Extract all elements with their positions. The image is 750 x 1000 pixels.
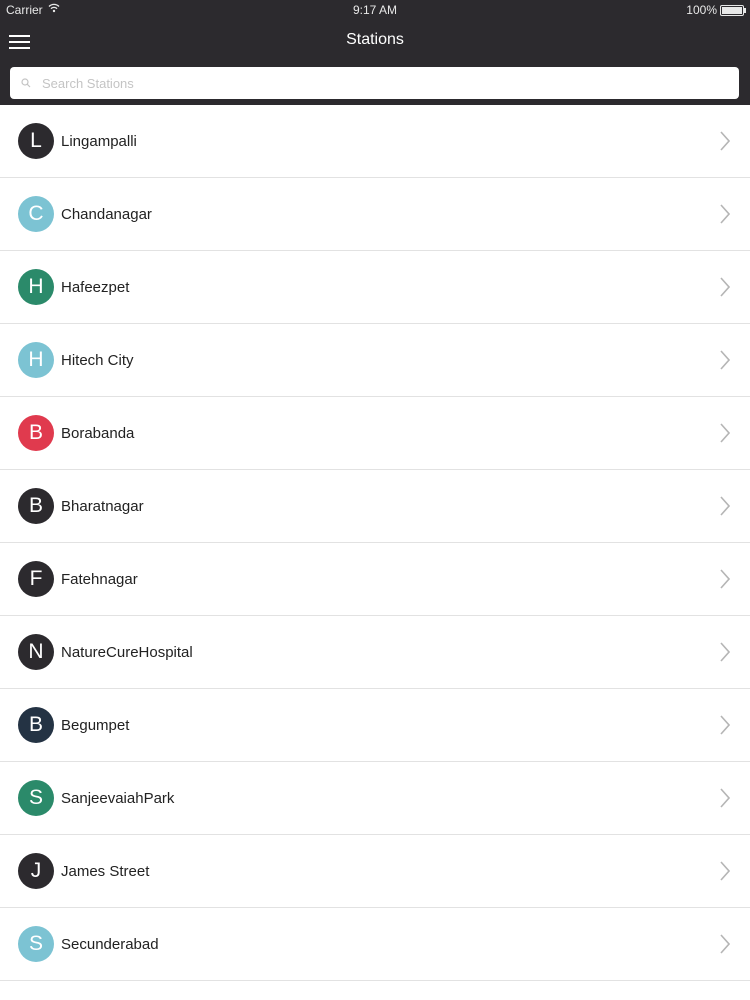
chevron-right-icon [720, 204, 731, 229]
battery-icon [720, 4, 746, 16]
station-avatar: S [18, 926, 54, 962]
chevron-right-icon [720, 861, 731, 886]
station-row[interactable]: H Hitech City [0, 324, 750, 397]
station-name: NatureCureHospital [61, 643, 193, 661]
station-name: Secunderabad [61, 935, 159, 953]
station-avatar: B [18, 707, 54, 743]
station-list: L Lingampalli C Chandanagar H Hafeezpet H Hitec… [0, 105, 750, 981]
chevron-right-icon [720, 423, 731, 448]
station-name: Begumpet [61, 716, 130, 734]
chevron-right-icon [720, 642, 731, 667]
station-row[interactable]: J James Street [0, 835, 750, 908]
chevron-right-icon [720, 350, 731, 375]
station-row[interactable]: B Borabanda [0, 397, 750, 470]
search-bar[interactable] [10, 67, 739, 99]
navigation-bar: Stations [0, 20, 750, 105]
station-row[interactable]: H Hafeezpet [0, 251, 750, 324]
station-row[interactable]: L Lingampalli [0, 105, 750, 178]
chevron-right-icon [720, 496, 731, 521]
station-name: SanjeevaiahPark [61, 789, 175, 807]
station-avatar: H [18, 269, 54, 305]
station-avatar: L [18, 123, 54, 159]
station-avatar: F [18, 561, 54, 597]
station-row[interactable]: S SanjeevaiahPark [0, 762, 750, 835]
station-name: Chandanagar [61, 205, 152, 223]
station-name: James Street [61, 862, 150, 880]
station-row[interactable]: C Chandanagar [0, 178, 750, 251]
chevron-right-icon [720, 277, 731, 302]
station-avatar: N [18, 634, 54, 670]
chevron-right-icon [720, 569, 731, 594]
chevron-right-icon [720, 131, 731, 156]
station-avatar: J [18, 853, 54, 889]
station-row[interactable]: F Fatehnagar [0, 543, 750, 616]
station-avatar: S [18, 780, 54, 816]
page-title: Stations [346, 31, 404, 48]
station-name: Lingampalli [61, 132, 137, 150]
station-row[interactable]: N NatureCureHospital [0, 616, 750, 689]
station-avatar: B [18, 415, 54, 451]
station-avatar: B [18, 488, 54, 524]
search-input[interactable] [40, 74, 724, 92]
battery-indicator: 100% [686, 3, 746, 17]
status-bar: Carrier 9:17 AM 100% [0, 0, 750, 20]
chevron-right-icon [720, 715, 731, 740]
station-name: Hitech City [61, 351, 134, 369]
station-avatar: C [18, 196, 54, 232]
search-icon [18, 78, 34, 88]
status-time: 9:17 AM [352, 3, 398, 17]
station-row[interactable]: S Secunderabad [0, 908, 750, 981]
station-row[interactable]: B Bharatnagar [0, 470, 750, 543]
station-avatar: H [18, 342, 54, 378]
station-name: Borabanda [61, 424, 135, 442]
station-row[interactable]: B Begumpet [0, 689, 750, 762]
battery-percent: 100% [686, 3, 717, 17]
chevron-right-icon [720, 934, 731, 959]
station-name: Bharatnagar [61, 497, 144, 515]
station-name: Hafeezpet [61, 278, 130, 296]
station-name: Fatehnagar [61, 570, 138, 588]
chevron-right-icon [720, 788, 731, 813]
